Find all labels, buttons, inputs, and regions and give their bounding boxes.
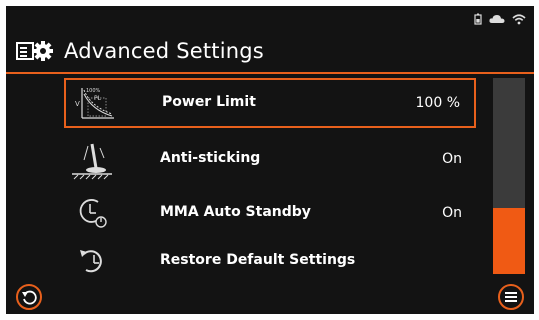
- setting-value: On: [442, 205, 462, 221]
- setting-row-power-limit[interactable]: V 100% PL Power Limit 100 %: [64, 78, 476, 128]
- clock-standby-icon: [70, 194, 114, 234]
- power-limit-icon-v-label: V: [75, 100, 80, 108]
- setting-value: 100 %: [415, 95, 460, 111]
- page-title: Advanced Settings: [64, 39, 264, 63]
- setting-label: Restore Default Settings: [160, 252, 356, 268]
- settings-menu-icon: [16, 40, 56, 62]
- setting-label: Anti-sticking: [160, 150, 261, 166]
- device-screen: Advanced Settings V 100% PL Power Limit …: [6, 6, 534, 314]
- setting-row-anti-sticking[interactable]: Anti-sticking On: [64, 136, 476, 186]
- header: Advanced Settings: [6, 30, 534, 72]
- setting-row-mma-auto-standby[interactable]: MMA Auto Standby On: [64, 190, 476, 240]
- setting-label: Power Limit: [162, 94, 256, 110]
- back-arrow-icon: [22, 290, 37, 305]
- power-limit-icon-pl-label: PL: [94, 95, 102, 102]
- battery-icon: [474, 10, 482, 29]
- menu-button[interactable]: [498, 284, 524, 310]
- power-limit-icon-percent-label: 100%: [86, 88, 101, 94]
- cloud-icon: [488, 10, 506, 29]
- power-limit-graph-icon: V 100% PL: [72, 84, 116, 124]
- hamburger-menu-icon: [505, 292, 517, 302]
- settings-list: V 100% PL Power Limit 100 % Anti-stickin…: [6, 74, 534, 314]
- anti-sticking-icon: [70, 140, 114, 180]
- status-bar: [6, 6, 534, 28]
- restore-icon: [70, 242, 114, 282]
- scrollbar[interactable]: [493, 78, 525, 274]
- setting-row-restore-defaults[interactable]: Restore Default Settings: [64, 238, 476, 288]
- setting-value: On: [442, 151, 462, 167]
- scrollbar-thumb[interactable]: [493, 208, 525, 274]
- setting-label: MMA Auto Standby: [160, 204, 311, 220]
- back-button[interactable]: [16, 284, 42, 310]
- wifi-icon: [512, 10, 526, 29]
